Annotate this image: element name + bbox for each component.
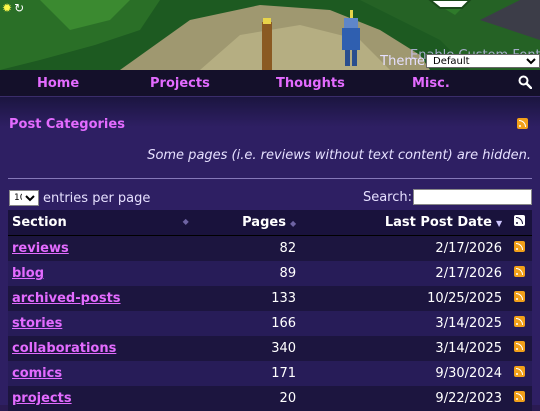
cell-section: projects [8, 386, 193, 411]
rss-feed-icon[interactable] [517, 118, 528, 129]
sun-icon[interactable]: ✹ [2, 1, 12, 15]
rss-icon [513, 215, 525, 226]
cell-section: blog [8, 261, 193, 286]
cell-rss [506, 311, 532, 336]
section-link[interactable]: projects [12, 391, 72, 406]
cell-last-post-date: 3/14/2025 [300, 311, 507, 336]
section-link[interactable]: comics [12, 366, 62, 381]
sort-icon: ◆ [289, 219, 297, 228]
categories-table: Section ◆ Pages ◆ Last Post Date ▼ reviews… [8, 210, 532, 411]
column-header-pages[interactable]: Pages ◆ [192, 210, 301, 236]
refresh-icon[interactable]: ↻ [14, 1, 24, 15]
sort-icon: ◆ [182, 217, 189, 226]
cell-section: collaborations [8, 336, 193, 361]
table-header-row: Section ◆ Pages ◆ Last Post Date ▼ [8, 210, 532, 236]
rss-feed-icon[interactable] [513, 241, 525, 252]
rss-feed-icon[interactable] [513, 366, 525, 377]
cell-last-post-date: 2/17/2026 [300, 261, 507, 286]
entries-control: 10 entries per page [9, 190, 150, 206]
cell-last-post-date: 10/25/2025 [300, 286, 507, 311]
cell-pages: 89 [192, 261, 301, 286]
cell-section: archived-posts [8, 286, 193, 311]
cell-pages: 82 [192, 235, 301, 261]
theme-switcher: Theme Default [380, 52, 540, 70]
theme-label: Theme [380, 53, 425, 69]
cell-rss [506, 261, 532, 286]
section-link[interactable]: archived-posts [12, 291, 121, 306]
main-nav: Home Projects Thoughts Misc. [0, 70, 540, 97]
rss-feed-icon[interactable] [513, 291, 525, 302]
header-banner: ✹↻ Enable Custom Fonts Theme Default [0, 0, 540, 70]
rss-feed-icon[interactable] [513, 266, 525, 277]
column-header-last-post[interactable]: Last Post Date ▼ [300, 210, 507, 236]
section-link[interactable]: collaborations [12, 341, 116, 356]
hidden-pages-note: Some pages (i.e. reviews without text co… [147, 148, 531, 163]
main-content: Post Categories Some pages (i.e. reviews… [0, 97, 540, 411]
cell-rss [506, 361, 532, 386]
nav-misc[interactable]: Misc. [412, 76, 450, 91]
theme-select[interactable]: Default [426, 54, 540, 68]
cell-pages: 171 [192, 361, 301, 386]
cell-last-post-date: 2/17/2026 [300, 235, 507, 261]
cell-pages: 340 [192, 336, 301, 361]
cell-pages: 133 [192, 286, 301, 311]
search-label: Search: [362, 189, 412, 205]
cell-rss [506, 336, 532, 361]
rss-feed-icon[interactable] [513, 341, 525, 352]
section-link[interactable]: reviews [12, 241, 69, 256]
column-header-rss [506, 210, 532, 236]
rss-feed-icon[interactable] [513, 391, 525, 402]
cell-rss [506, 235, 532, 261]
cell-pages: 166 [192, 311, 301, 336]
table-row: archived-posts 133 10/25/2025 [8, 286, 532, 311]
nav-thoughts[interactable]: Thoughts [276, 76, 345, 91]
column-header-pages-label: Pages [242, 215, 286, 230]
nav-projects[interactable]: Projects [150, 76, 210, 91]
cell-rss [506, 286, 532, 311]
table-row: collaborations 340 3/14/2025 [8, 336, 532, 361]
table-row: stories 166 3/14/2025 [8, 311, 532, 336]
column-header-last-post-label: Last Post Date [384, 215, 492, 230]
cell-section: comics [8, 361, 193, 386]
search-input[interactable] [413, 189, 532, 205]
page-title: Post Categories [9, 117, 125, 132]
section-link[interactable]: stories [12, 316, 62, 331]
divider [8, 178, 532, 179]
column-header-section[interactable]: Section ◆ [8, 210, 193, 236]
cell-section: reviews [8, 235, 193, 261]
table-search: Search: [363, 189, 532, 205]
table-row: reviews 82 2/17/2026 [8, 235, 532, 261]
section-link[interactable]: blog [12, 266, 44, 281]
table-row: blog 89 2/17/2026 [8, 261, 532, 286]
table-row: comics 171 9/30/2024 [8, 361, 532, 386]
cell-pages: 20 [192, 386, 301, 411]
cell-last-post-date: 9/30/2024 [300, 361, 507, 386]
cell-section: stories [8, 311, 193, 336]
sort-desc-icon: ▼ [495, 219, 503, 228]
entries-label: entries per page [43, 190, 151, 206]
cell-rss [506, 386, 532, 411]
table-row: projects 20 9/22/2023 [8, 386, 532, 411]
nav-home[interactable]: Home [37, 76, 79, 91]
entries-per-page-select[interactable]: 10 [9, 190, 39, 206]
cell-last-post-date: 3/14/2025 [300, 336, 507, 361]
rss-feed-icon[interactable] [513, 316, 525, 327]
cell-last-post-date: 9/22/2023 [300, 386, 507, 411]
search-icon[interactable] [518, 75, 532, 89]
column-header-section-label: Section [12, 215, 67, 230]
